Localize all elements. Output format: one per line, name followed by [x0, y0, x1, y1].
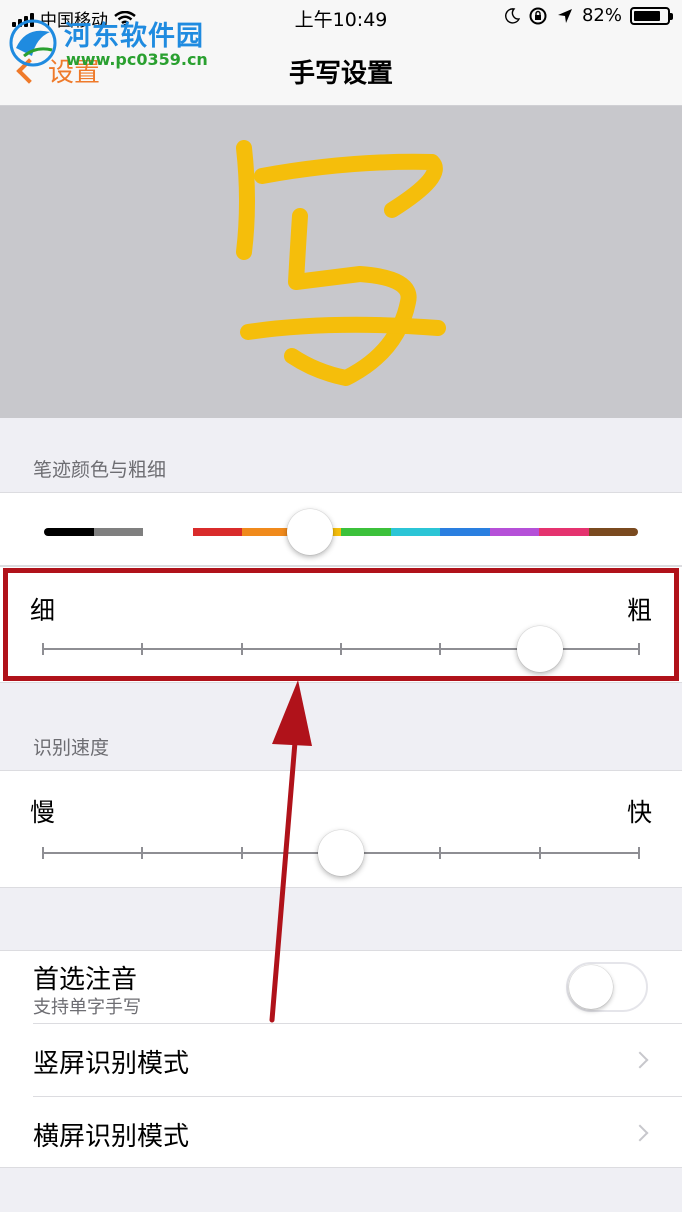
slider-tick [42, 847, 44, 859]
handwriting-preview [0, 106, 682, 418]
slider-tick [240, 847, 243, 859]
rotation-lock-icon [529, 7, 547, 24]
watermark-name: 河东软件园 [64, 21, 204, 52]
slow-label: 慢 [30, 798, 56, 827]
portrait-mode-label: 竖屏识别模式 [33, 1049, 190, 1079]
battery-level [634, 10, 661, 21]
stroke-section-header: 笔迹颜色与粗细 [33, 459, 167, 481]
settings-list: 首选注音 支持单字手写 竖屏识别模式 横屏识别模式 [0, 950, 682, 1168]
color-picker-panel [0, 492, 682, 566]
color-swatch[interactable] [192, 528, 242, 536]
pinyin-subtitle: 支持单字手写 [33, 997, 141, 1018]
color-swatch[interactable] [44, 528, 94, 536]
status-right: 82% [504, 5, 673, 26]
pinyin-row: 首选注音 支持单字手写 [0, 951, 682, 1023]
landscape-mode-row[interactable]: 横屏识别模式 [0, 1097, 682, 1169]
color-swatch[interactable] [93, 528, 143, 536]
chevron-right-icon [631, 1051, 649, 1069]
color-swatch[interactable] [588, 528, 638, 536]
pinyin-toggle[interactable] [566, 962, 648, 1012]
chevron-right-icon [631, 1124, 649, 1142]
highlight-box [3, 568, 679, 681]
color-swatch[interactable] [242, 528, 292, 536]
pinyin-title: 首选注音 [33, 965, 138, 995]
color-slider-knob[interactable] [287, 509, 334, 555]
slider-tick [538, 847, 541, 859]
portrait-mode-row[interactable]: 竖屏识别模式 [0, 1024, 682, 1096]
color-palette-track[interactable] [44, 528, 638, 536]
color-swatch[interactable] [489, 528, 539, 536]
toggle-knob [569, 965, 613, 1009]
battery-percent: 82% [581, 5, 622, 26]
color-swatch[interactable] [341, 528, 391, 536]
speed-slider-knob[interactable] [318, 830, 364, 876]
speed-panel: 慢 快 [0, 770, 682, 888]
slider-tick [141, 847, 144, 859]
moon-icon [505, 7, 520, 24]
landscape-mode-label: 横屏识别模式 [33, 1122, 190, 1152]
slider-tick [638, 847, 640, 859]
battery-icon [630, 6, 673, 25]
slider-tick [439, 847, 442, 859]
watermark-logo-icon [9, 19, 57, 67]
color-swatch[interactable] [143, 528, 193, 536]
color-swatch[interactable] [539, 528, 589, 536]
color-swatch[interactable] [390, 528, 440, 536]
color-swatch[interactable] [440, 528, 490, 536]
watermark-logo: 河东软件园 www.pc0359.cn [6, 12, 216, 74]
location-icon [557, 8, 572, 23]
handwriting-sample [236, 140, 446, 386]
watermark-url: www.pc0359.cn [66, 50, 208, 69]
fast-label: 快 [626, 798, 652, 827]
speed-section-header: 识别速度 [33, 737, 110, 759]
